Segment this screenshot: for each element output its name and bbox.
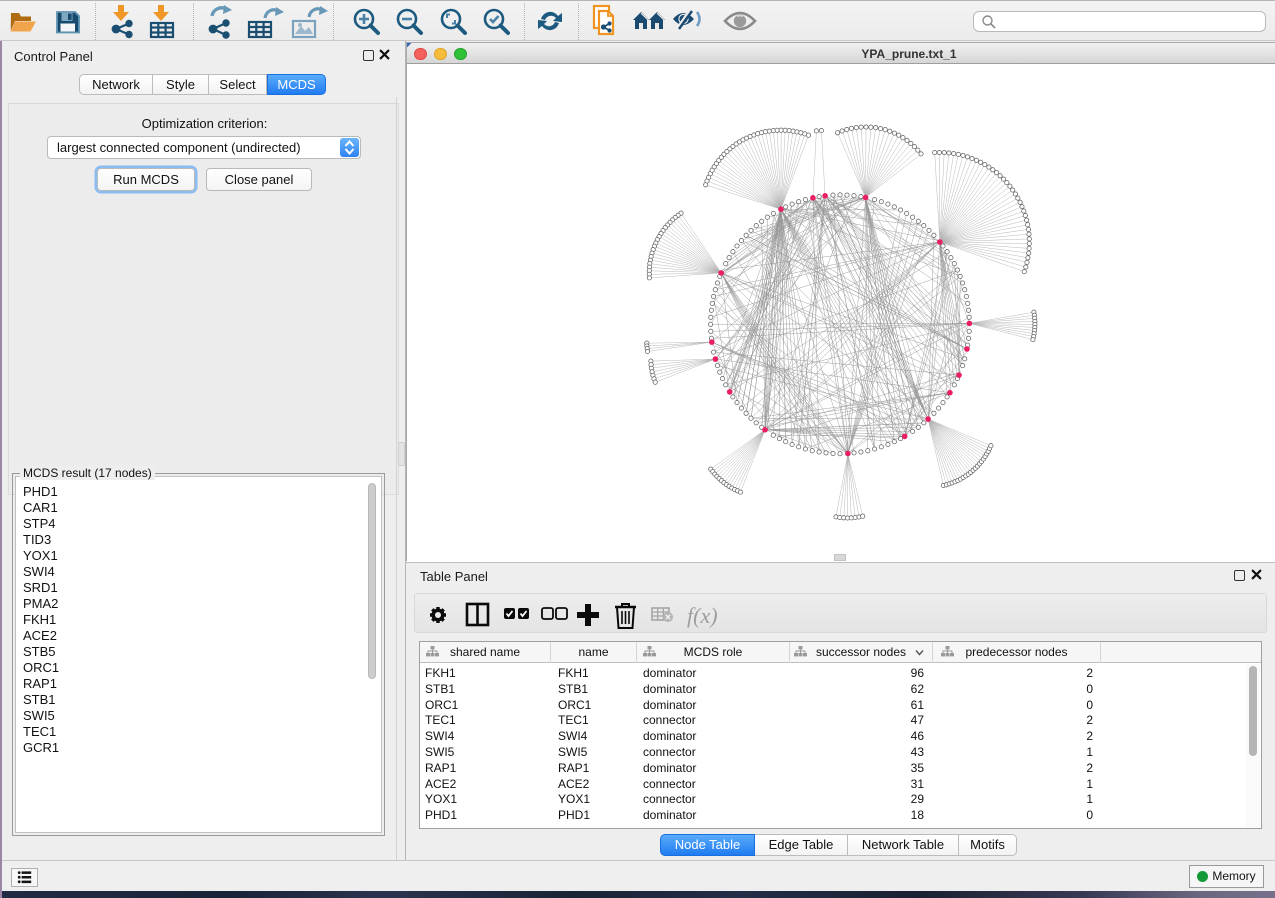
svg-text:f(x): f(x) [687,603,718,628]
